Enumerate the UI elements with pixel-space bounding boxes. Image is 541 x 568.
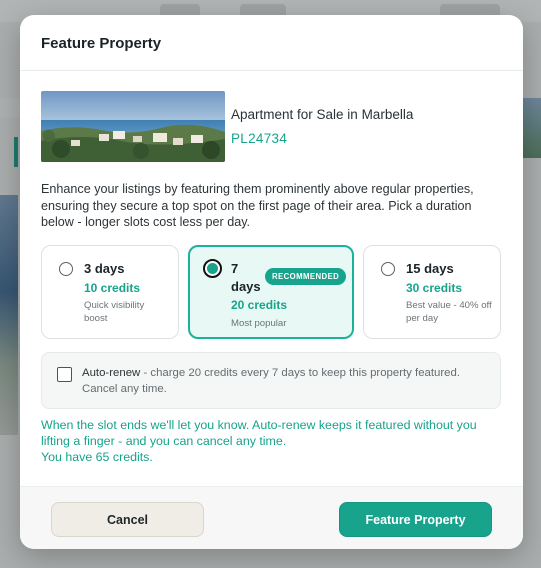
- modal-footer: Cancel Feature Property: [20, 486, 523, 549]
- radio-3-days[interactable]: [59, 262, 73, 276]
- info-message: When the slot ends we'll let you know. A…: [41, 417, 501, 466]
- modal-header: Feature Property: [20, 15, 523, 71]
- option-days: 7 days: [231, 261, 261, 294]
- option-credits: 30 credits: [406, 281, 463, 295]
- option-days: 15 days: [406, 261, 454, 276]
- option-days: 3 days: [84, 261, 125, 276]
- feature-property-button[interactable]: Feature Property: [339, 502, 492, 537]
- info-line: When the slot ends we'll let you know. A…: [41, 418, 477, 449]
- property-reference[interactable]: PL24734: [231, 131, 287, 146]
- property-summary: Apartment for Sale in Marbella PL24734: [41, 91, 501, 163]
- option-note: Best value - 40% off per day: [406, 300, 492, 324]
- duration-option-7-days[interactable]: 7 days RECOMMENDED 20 credits Most popul…: [188, 245, 354, 339]
- duration-option-15-days[interactable]: 15 days 30 credits Best value - 40% off …: [363, 245, 501, 339]
- option-note: Most popular: [231, 318, 287, 329]
- radio-7-days[interactable]: [203, 259, 222, 278]
- feature-description: Enhance your listings by featuring them …: [41, 182, 474, 230]
- radio-15-days[interactable]: [381, 262, 395, 276]
- autorenew-box: Auto-renew - charge 20 credits every 7 d…: [41, 352, 501, 409]
- modal-title: Feature Property: [41, 35, 162, 52]
- option-credits: 20 credits: [231, 298, 288, 312]
- property-photo: [41, 91, 225, 162]
- cancel-button[interactable]: Cancel: [51, 502, 204, 537]
- option-credits: 10 credits: [84, 281, 141, 295]
- recommended-badge: RECOMMENDED: [265, 268, 347, 285]
- duration-options: 3 days 10 credits Quick visibility boost…: [41, 245, 501, 339]
- autorenew-checkbox[interactable]: [57, 367, 72, 382]
- autorenew-label: Auto-renew: [82, 367, 141, 379]
- option-note: Quick visibility boost: [84, 300, 145, 324]
- autorenew-description[interactable]: Auto-renew - charge 20 credits every 7 d…: [82, 365, 482, 397]
- duration-option-3-days[interactable]: 3 days 10 credits Quick visibility boost: [41, 245, 179, 339]
- feature-property-modal: Feature Property Apartment for Sale in M…: [20, 15, 523, 549]
- credits-balance: You have 65 credits.: [41, 450, 153, 465]
- property-name: Apartment for Sale in Marbella: [231, 107, 414, 122]
